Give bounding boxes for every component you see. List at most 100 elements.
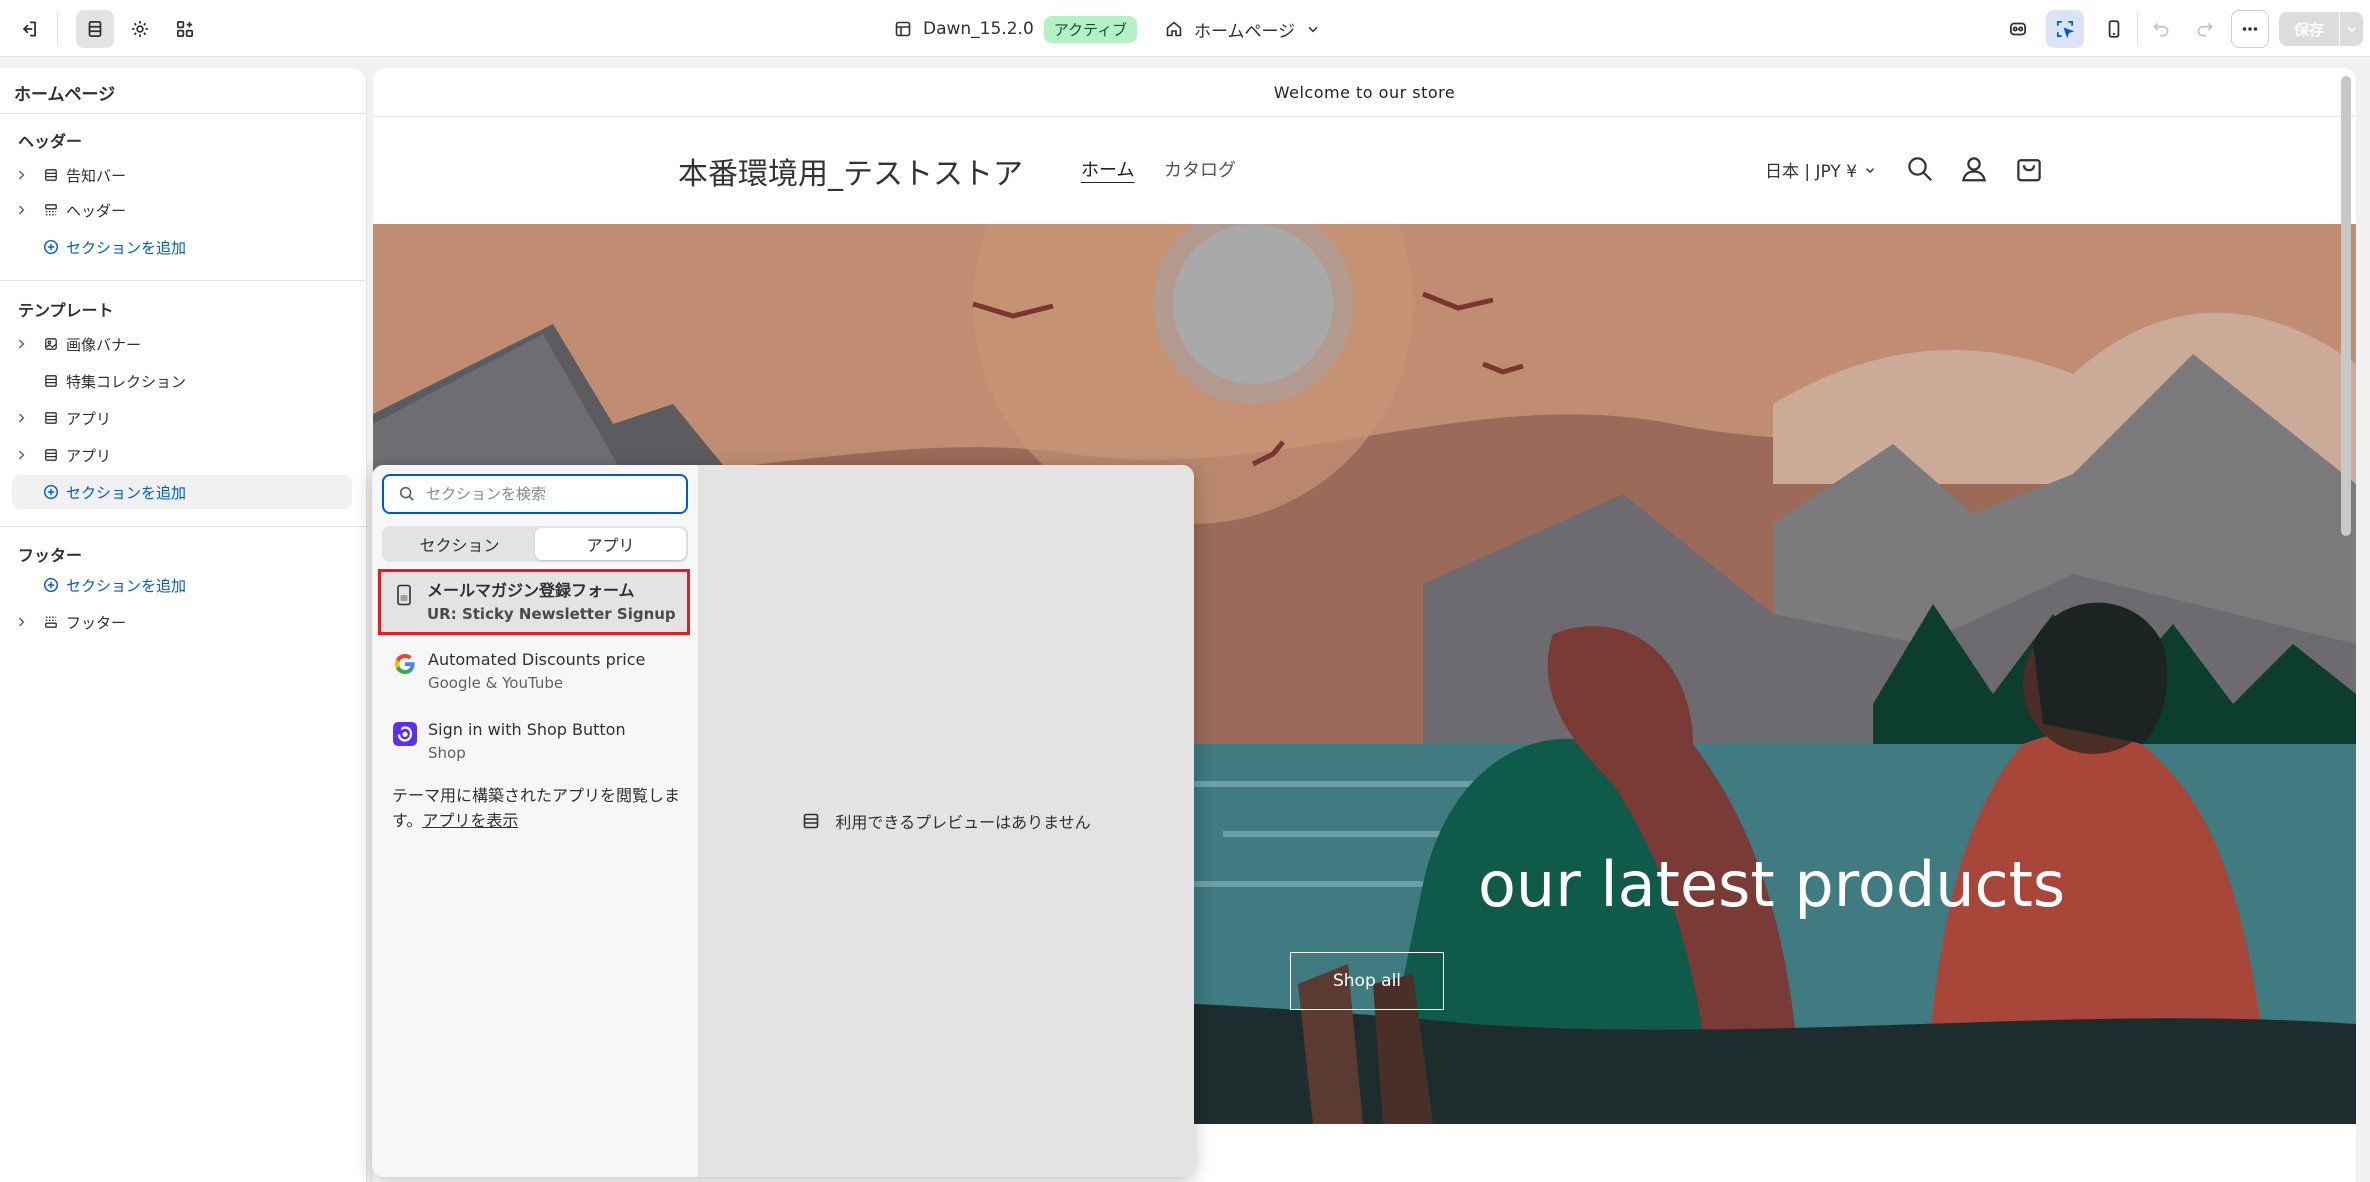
sidebar-item-app-2[interactable]: アプリ [12,438,352,472]
theme-status-badge: アクティブ [1043,15,1138,43]
chevron-right-icon[interactable] [13,447,29,463]
announcement-bar: Welcome to our store [373,68,2356,117]
sections-sidebar: ホームページ ヘッダー 告知バー ヘッダー セクションを追加 テンプレート 画像… [0,68,367,1182]
plus-circle-icon [43,239,59,255]
sidebar-item-image-banner[interactable]: 画像バナー [12,327,352,361]
exit-icon [22,21,36,37]
cart-icon[interactable] [2014,154,2044,184]
sidebar-item-featured-collection[interactable]: 特集コレクション [12,364,352,398]
sidebar-item-label: 画像バナー [66,335,142,354]
template-group-label: テンプレート [18,301,114,320]
store-name[interactable]: 本番環境用_テストストア [678,149,1023,193]
sidebar-title: ホームページ [14,85,116,105]
nav-link-catalog[interactable]: カタログ [1164,156,1236,182]
gear-icon [132,21,148,37]
section-icon [45,169,57,181]
google-icon [395,654,415,674]
add-section-popover: セクション アプリ メールマガジン登録フォーム UR: Sticky Newsl… [372,465,1194,1177]
app-vendor: Google & YouTube [428,674,564,692]
add-template-section-button[interactable]: セクションを追加 [12,475,352,509]
sidebar-item-announcement-bar[interactable]: 告知バー [12,158,352,192]
shop-all-button[interactable]: Shop all [1290,952,1444,1010]
redo-icon [2197,22,2213,37]
app-item-newsletter-form[interactable]: メールマガジン登録フォーム UR: Sticky Newsletter Sign… [378,569,690,635]
more-actions-button[interactable] [2231,10,2269,48]
sidebar-item-label: フッター [66,613,127,632]
account-icon[interactable] [1959,154,1989,184]
chevron-down-icon [1308,26,1318,33]
undo-icon [2153,22,2169,37]
page-selector-label: ホームページ [1194,21,1296,42]
save-button-label: 保存 [2293,20,2324,39]
sidebar-item-app-1[interactable]: アプリ [12,401,352,435]
locale-label: 日本 | JPY ¥ [1765,162,1858,182]
plus-circle-icon [43,577,59,593]
sidebar-item-label: ヘッダー [66,201,127,220]
exit-editor-button[interactable] [10,10,48,48]
header-section-icon [45,204,57,216]
nav-link-home[interactable]: ホーム [1081,156,1134,182]
save-button[interactable]: 保存 [2279,12,2363,46]
home-icon [1166,21,1182,37]
theme-icon [895,21,911,37]
chevron-right-icon[interactable] [13,336,29,352]
chevron-right-icon[interactable] [13,202,29,218]
tab-apps[interactable]: アプリ [535,528,686,560]
tab-sections[interactable]: セクション [384,528,535,560]
apps-icon [176,20,194,38]
chevron-down-icon [1866,167,1875,173]
app-item-shop-sign-in[interactable]: Sign in with Shop Button Shop [382,711,688,777]
add-section-label: セクションを追加 [66,576,187,595]
phone-form-icon [397,584,411,606]
footer-group-label: フッター [18,546,83,565]
theme-name: Dawn_15.2.0 [923,19,1034,39]
sidebar-item-label: アプリ [66,409,112,428]
app-item-automated-discounts[interactable]: Automated Discounts price Google & YouTu… [382,641,688,707]
search-icon [399,486,414,501]
sidebar-item-label: 告知バー [66,166,127,185]
section-search-input[interactable] [426,485,666,503]
chevron-down-icon [2347,27,2356,33]
theme-info[interactable]: Dawn_15.2.0 アクティブ [893,14,1138,44]
redo-button[interactable] [2186,10,2224,48]
inspector-button[interactable] [1999,10,2037,48]
section-icon [45,375,57,387]
app-vendor: UR: Sticky Newsletter Signup [427,605,676,623]
no-preview-message: 利用できるプレビューはありません [835,813,1091,832]
shop-icon [393,722,417,746]
locale-selector[interactable]: 日本 | JPY ¥ [1765,157,1877,182]
add-footer-section-button[interactable]: セクションを追加 [12,568,352,602]
page-selector[interactable]: ホームページ [1164,14,1321,44]
section-search-field[interactable] [382,474,688,514]
cursor-select-icon [2056,20,2075,39]
search-icon[interactable] [1905,154,1935,184]
add-section-label: セクションを追加 [66,483,187,502]
chevron-right-icon[interactable] [13,614,29,630]
view-apps-link[interactable]: アプリを表示 [422,811,518,830]
sections-tab-button[interactable] [76,10,114,48]
sidebar-item-header[interactable]: ヘッダー [12,193,352,227]
plus-circle-icon [43,484,59,500]
sidebar-item-label: 特集コレクション [66,372,187,391]
theme-settings-button[interactable] [121,10,159,48]
chevron-right-icon[interactable] [13,167,29,183]
app-name: Automated Discounts price [428,650,646,669]
app-name: Sign in with Shop Button [428,720,626,739]
preview-scrollbar[interactable] [2341,76,2351,536]
section-icon [804,813,819,829]
mobile-icon [2108,20,2120,38]
app-vendor: Shop [428,744,466,762]
chevron-right-icon[interactable] [13,410,29,426]
picker-list-panel: セクション アプリ メールマガジン登録フォーム UR: Sticky Newsl… [372,465,698,1177]
undo-button[interactable] [2142,10,2180,48]
section-icon [45,449,57,461]
footer-section-icon [45,616,57,628]
save-options-chevron[interactable] [2340,22,2363,36]
device-preview-button[interactable] [2095,10,2133,48]
app-embeds-button[interactable] [166,10,204,48]
header-group-label: ヘッダー [18,132,83,151]
add-header-section-button[interactable]: セクションを追加 [12,230,352,264]
select-tool-button[interactable] [2046,10,2084,48]
sidebar-item-footer[interactable]: フッター [12,605,352,639]
more-horizontal-icon [2242,27,2258,31]
